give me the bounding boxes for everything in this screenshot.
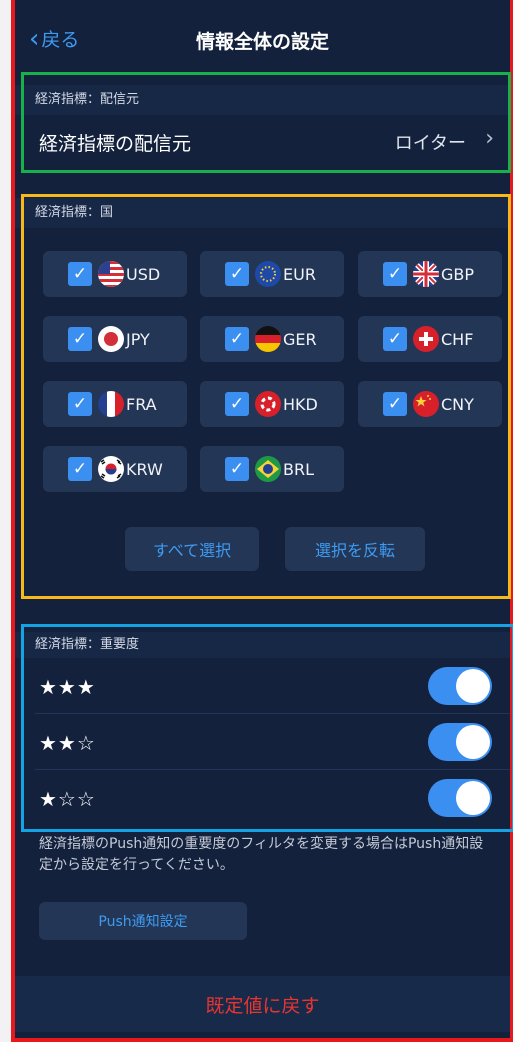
country-code: EUR <box>283 264 316 284</box>
country-code: BRL <box>283 459 315 479</box>
importance-toggle[interactable] <box>428 779 492 817</box>
importance-stars: ★★☆ <box>39 731 96 755</box>
page-title: 情報全体の設定 <box>195 31 329 53</box>
japan-flag-icon <box>98 326 124 352</box>
china-flag-icon <box>413 391 439 417</box>
importance-row-2: ★★☆ <box>15 714 510 770</box>
settings-screen: ‹ 戻る 情報全体の設定 経済指標：配信元 経済指標の配信元 ロイター › 経済… <box>11 0 513 1042</box>
us-flag-icon <box>98 261 124 287</box>
country-chip-fra[interactable]: ✓ FRA <box>43 381 187 427</box>
country-code: JPY <box>126 329 150 349</box>
importance-stars: ★★★ <box>39 675 96 699</box>
country-chip-usd[interactable]: ✓ USD <box>43 251 187 297</box>
country-code: HKD <box>283 394 318 414</box>
country-code: GER <box>283 329 317 349</box>
reset-row[interactable]: 既定値に戻す <box>15 976 510 1032</box>
country-chip-chf[interactable]: ✓ CHF <box>358 316 502 362</box>
importance-toggle[interactable] <box>428 667 492 705</box>
push-note-text: 経済指標のPush通知の重要度のフィルタを変更する場合はPush通知設定から設定… <box>39 836 484 873</box>
checkbox-checked-icon[interactable]: ✓ <box>68 457 92 481</box>
source-row-label: 経済指標の配信元 <box>39 133 192 155</box>
country-code: CHF <box>441 329 474 349</box>
importance-stars: ★☆☆ <box>39 787 96 811</box>
importance-section-header: 経済指標：重要度 <box>15 632 510 658</box>
importance-row-3: ★★★ <box>15 658 510 714</box>
invert-selection-button[interactable]: 選択を反転 <box>285 527 425 571</box>
country-chip-hkd[interactable]: ✓ HKD <box>200 381 344 427</box>
toggle-knob <box>456 669 490 703</box>
country-chip-brl[interactable]: ✓ BRL <box>200 446 344 492</box>
checkbox-checked-icon[interactable]: ✓ <box>225 327 249 351</box>
select-all-button[interactable]: すべて選択 <box>125 527 259 571</box>
country-section-header: 経済指標：国 <box>15 198 510 228</box>
push-settings-button[interactable]: Push通知設定 <box>39 902 247 940</box>
country-chip-jpy[interactable]: ✓ JPY <box>43 316 187 362</box>
importance-toggle[interactable] <box>428 723 492 761</box>
checkbox-checked-icon[interactable]: ✓ <box>68 327 92 351</box>
checkbox-checked-icon[interactable]: ✓ <box>68 262 92 286</box>
uk-flag-icon <box>413 261 439 287</box>
checkbox-checked-icon[interactable]: ✓ <box>383 327 407 351</box>
country-code: USD <box>126 264 161 284</box>
swiss-flag-icon <box>413 326 439 352</box>
france-flag-icon <box>98 391 124 417</box>
germany-flag-icon <box>255 326 281 352</box>
country-code: FRA <box>126 394 157 414</box>
nav-bar: ‹ 戻る 情報全体の設定 <box>15 11 510 67</box>
checkbox-checked-icon[interactable]: ✓ <box>225 262 249 286</box>
country-code: GBP <box>441 264 475 284</box>
country-code: CNY <box>441 394 474 414</box>
hongkong-flag-icon <box>255 391 281 417</box>
korea-flag-icon <box>98 456 124 482</box>
checkbox-checked-icon[interactable]: ✓ <box>225 392 249 416</box>
country-code: KRW <box>126 459 163 479</box>
checkbox-checked-icon[interactable]: ✓ <box>383 262 407 286</box>
toggle-knob <box>456 725 490 759</box>
country-chip-krw[interactable]: ✓ KRW <box>43 446 187 492</box>
importance-row-1: ★☆☆ <box>15 770 510 826</box>
source-section-header: 経済指標：配信元 <box>15 85 510 115</box>
checkbox-checked-icon[interactable]: ✓ <box>383 392 407 416</box>
chevron-right-icon: › <box>485 126 494 151</box>
eu-flag-icon <box>255 261 281 287</box>
reset-label: 既定値に戻す <box>205 994 320 1017</box>
brazil-flag-icon <box>255 456 281 482</box>
checkbox-checked-icon[interactable]: ✓ <box>225 457 249 481</box>
toggle-knob <box>456 781 490 815</box>
source-row-value: ロイター <box>394 133 466 154</box>
source-row[interactable]: 経済指標の配信元 ロイター › <box>15 115 510 171</box>
checkbox-checked-icon[interactable]: ✓ <box>68 392 92 416</box>
country-chip-gbp[interactable]: ✓ GBP <box>358 251 502 297</box>
country-chip-ger[interactable]: ✓ GER <box>200 316 344 362</box>
country-chip-cny[interactable]: ✓ CNY <box>358 381 502 427</box>
country-chip-eur[interactable]: ✓ EUR <box>200 251 344 297</box>
